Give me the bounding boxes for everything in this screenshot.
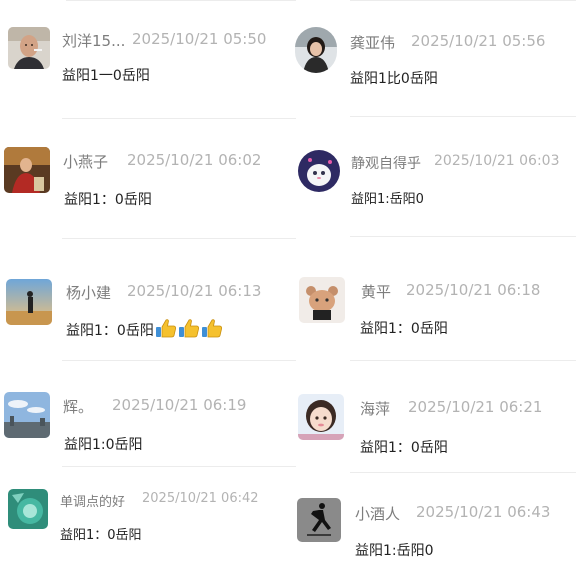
- comment-text: 益阳1:岳阳0: [355, 543, 434, 559]
- divider: [350, 116, 576, 117]
- comment-text: 益阳1:岳阳0: [351, 192, 424, 207]
- comment-text: 益阳1：0岳阳: [64, 192, 152, 208]
- comment-timestamp: 2025/10/21 06:42: [142, 491, 259, 506]
- green-glass-avatar-icon[interactable]: [8, 489, 48, 529]
- commenter-name[interactable]: 单调点的好: [60, 491, 125, 510]
- girl-selfie-avatar-icon[interactable]: [298, 394, 344, 440]
- comment-timestamp: 2025/10/21 05:50: [132, 30, 267, 48]
- divider: [350, 0, 576, 1]
- comment-timestamp: 2025/10/21 06:21: [408, 398, 543, 416]
- comment-timestamp: 2025/10/21 05:56: [411, 32, 546, 50]
- comment-text: 益阳1比0岳阳: [350, 71, 438, 87]
- divider: [62, 238, 296, 239]
- bald-man-avatar-icon[interactable]: [8, 27, 50, 69]
- divider: [66, 0, 296, 1]
- commenter-name[interactable]: 杨小建: [66, 282, 111, 303]
- sunset-silhouette-avatar-icon[interactable]: [6, 279, 52, 325]
- divider: [350, 236, 576, 237]
- commenter-name[interactable]: 辉。: [63, 396, 93, 417]
- jumpman-logo-avatar-icon[interactable]: [297, 498, 341, 542]
- city-sky-avatar-icon[interactable]: [4, 392, 50, 438]
- thumbs-up-emoji-group: [154, 319, 223, 339]
- comment-timestamp: 2025/10/21 06:02: [127, 151, 262, 169]
- costume-portrait-avatar-icon[interactable]: [4, 147, 50, 193]
- comment-text: 益阳1:0岳阳: [64, 437, 143, 453]
- thumbs-up-icon: [155, 319, 176, 338]
- cartoon-bear-avatar-icon[interactable]: [299, 277, 345, 323]
- divider: [350, 472, 576, 473]
- divider: [62, 360, 296, 361]
- commenter-name[interactable]: 海萍: [360, 398, 390, 419]
- comment-timestamp: 2025/10/21 06:13: [127, 282, 262, 300]
- thumbs-up-icon: [201, 319, 222, 338]
- comment-text: 益阳1：0岳阳: [360, 440, 448, 456]
- commenter-name[interactable]: 刘洋15...: [62, 30, 125, 51]
- comment-text-body: 益阳1：0岳阳: [66, 323, 154, 339]
- comment-timestamp: 2025/10/21 06:19: [112, 396, 247, 414]
- divider: [62, 466, 296, 467]
- comment-text: 益阳1：0岳阳: [66, 318, 223, 340]
- comment-text: 益阳1：0岳阳: [360, 321, 448, 337]
- comment-timestamp: 2025/10/21 06:43: [416, 503, 551, 521]
- comment-text: 益阳1：0岳阳: [60, 528, 142, 543]
- comment-timestamp: 2025/10/21 06:18: [406, 281, 541, 299]
- divider: [62, 118, 296, 119]
- divider: [350, 360, 576, 361]
- commenter-name[interactable]: 黄平: [361, 281, 391, 302]
- commenter-name[interactable]: 小燕子: [63, 151, 108, 172]
- cartoon-cat-avatar-icon[interactable]: [298, 150, 340, 192]
- thumbs-up-icon: [178, 319, 199, 338]
- comment-timestamp: 2025/10/21 06:03: [434, 153, 560, 169]
- girl-portrait-avatar-icon[interactable]: [295, 27, 337, 73]
- commenter-name[interactable]: 小酒人: [355, 503, 400, 524]
- commenter-name[interactable]: 静观自得乎: [351, 153, 421, 173]
- comment-text: 益阳1一0岳阳: [62, 68, 150, 84]
- commenter-name[interactable]: 龚亚伟: [350, 32, 395, 53]
